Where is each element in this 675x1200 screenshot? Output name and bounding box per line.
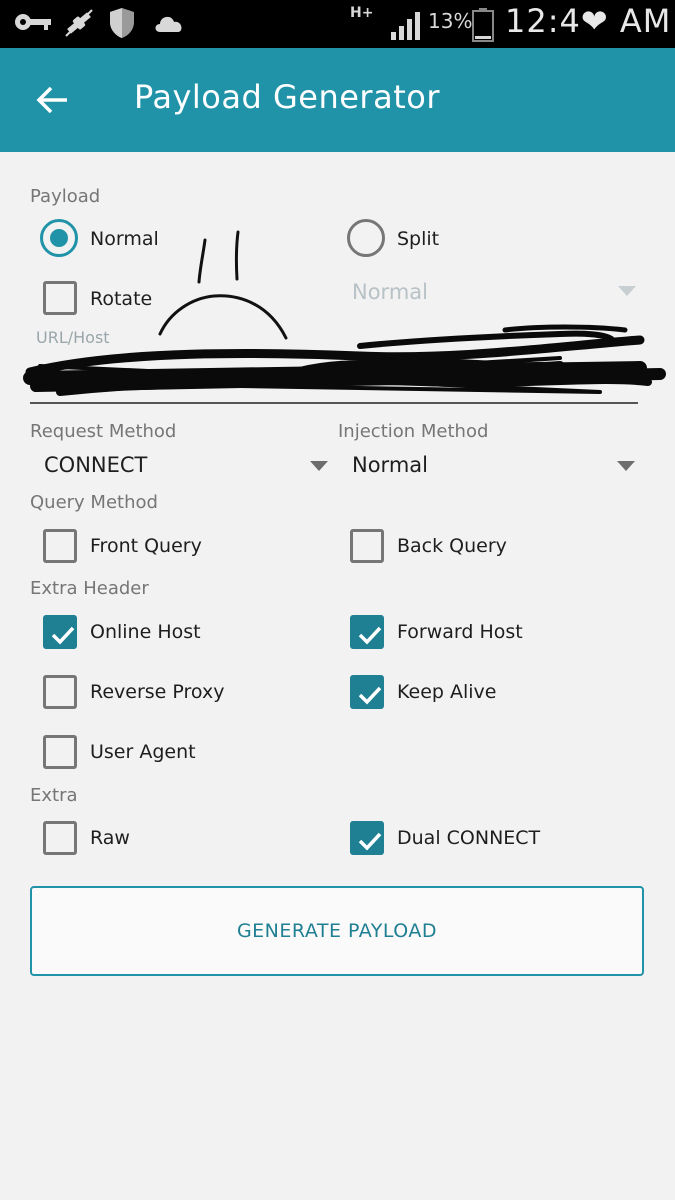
- dual-connect-checkbox[interactable]: [350, 821, 384, 855]
- clock: 12:4❤ AM: [505, 2, 672, 40]
- dropdown-arrow-icon: [617, 461, 635, 471]
- forward-host-checkbox[interactable]: [350, 615, 384, 649]
- battery-icon: [472, 8, 494, 42]
- dual-connect-label: Dual CONNECT: [397, 827, 541, 849]
- status-bar: H+ 13% 12:4❤ AM: [0, 0, 675, 48]
- battery-percent: 13%: [428, 9, 473, 33]
- payload-section-label: Payload: [30, 186, 101, 207]
- radio-normal[interactable]: [40, 219, 78, 257]
- query-method-label: Query Method: [30, 492, 158, 513]
- handdrawn-overlay: [23, 230, 666, 396]
- front-query-checkbox[interactable]: [43, 529, 77, 563]
- online-host-checkbox[interactable]: [43, 615, 77, 649]
- key-icon: [15, 14, 51, 30]
- back-button[interactable]: [28, 78, 76, 122]
- dropdown-arrow-icon: [618, 286, 636, 296]
- generate-payload-label: GENERATE PAYLOAD: [236, 920, 438, 942]
- rotate-label: Rotate: [90, 288, 153, 310]
- extra-label: Extra: [30, 785, 78, 806]
- checkmark-icon: [358, 626, 382, 645]
- raw-label: Raw: [90, 827, 130, 849]
- request-method-label: Request Method: [30, 421, 177, 442]
- split-mode-value: Normal: [352, 280, 428, 304]
- user-agent-checkbox[interactable]: [43, 735, 77, 769]
- forward-host-label: Forward Host: [397, 621, 523, 643]
- split-mode-spinner[interactable]: Normal: [352, 280, 642, 310]
- keep-alive-checkbox[interactable]: [350, 675, 384, 709]
- network-type: H+: [350, 5, 374, 21]
- request-method-spinner[interactable]: CONNECT: [44, 453, 334, 483]
- extra-header-label: Extra Header: [30, 578, 149, 599]
- front-query-label: Front Query: [90, 535, 202, 557]
- dropdown-arrow-icon: [310, 461, 328, 471]
- checkmark-icon: [358, 832, 382, 851]
- radio-split-label: Split: [397, 228, 440, 250]
- page-title: Payload Generator: [134, 78, 440, 116]
- radio-split[interactable]: [347, 219, 385, 257]
- back-query-checkbox[interactable]: [350, 529, 384, 563]
- arrow-left-icon: [36, 86, 67, 114]
- shield-icon: [110, 8, 134, 38]
- radio-normal-label: Normal: [90, 228, 159, 250]
- keep-alive-label: Keep Alive: [397, 681, 497, 703]
- signal-icon: [391, 12, 420, 40]
- request-method-value: CONNECT: [44, 453, 148, 477]
- checkmark-icon: [358, 686, 382, 705]
- checkmark-icon: [51, 626, 75, 645]
- injection-method-label: Injection Method: [338, 421, 489, 442]
- cloud-icon: [155, 16, 182, 32]
- injection-method-value: Normal: [352, 453, 428, 477]
- reverse-proxy-label: Reverse Proxy: [90, 681, 225, 703]
- url-host-underline: [30, 402, 638, 404]
- reverse-proxy-checkbox[interactable]: [43, 675, 77, 709]
- injection-method-spinner[interactable]: Normal: [352, 453, 642, 483]
- user-agent-label: User Agent: [90, 741, 196, 763]
- url-host-input[interactable]: URL/Host: [30, 322, 638, 404]
- generate-payload-button[interactable]: GENERATE PAYLOAD: [30, 886, 644, 976]
- rotate-checkbox[interactable]: [43, 281, 77, 315]
- satellite-icon: [65, 9, 93, 37]
- online-host-label: Online Host: [90, 621, 201, 643]
- back-query-label: Back Query: [397, 535, 507, 557]
- url-host-label: URL/Host: [36, 328, 110, 347]
- raw-checkbox[interactable]: [43, 821, 77, 855]
- app-bar: Payload Generator: [0, 48, 675, 152]
